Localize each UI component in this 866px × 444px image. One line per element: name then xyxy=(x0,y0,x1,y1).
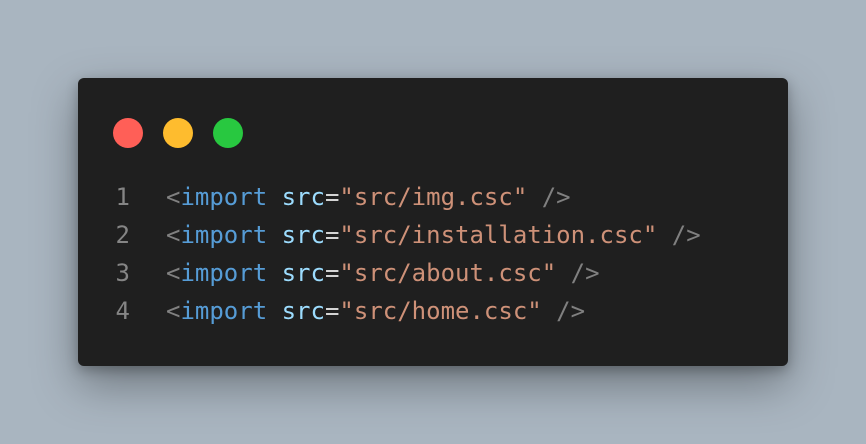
tag-name: import xyxy=(180,259,268,287)
attribute-name: src xyxy=(281,183,325,211)
line-number: 1 xyxy=(115,183,130,211)
equals-sign: = xyxy=(324,297,340,325)
line-number: 2 xyxy=(115,221,130,249)
tag-name: import xyxy=(180,297,268,325)
attribute-value: "src/about.csc" xyxy=(339,259,557,287)
maximize-dot-icon[interactable] xyxy=(213,118,243,148)
tag-close: /> xyxy=(570,259,600,287)
equals-sign: = xyxy=(324,221,340,249)
tag-close: /> xyxy=(556,297,586,325)
code-line: 4 < import src = "src/home.csc" /> xyxy=(78,292,788,330)
code-block: 1 < import src = "src/img.csc" /> 2 < import… xyxy=(78,178,788,330)
tag-open: < xyxy=(166,221,181,249)
attribute-value: "src/home.csc" xyxy=(339,297,542,325)
equals-sign: = xyxy=(324,183,340,211)
tag-name: import xyxy=(180,221,268,249)
tag-open: < xyxy=(166,297,181,325)
tag-close: /> xyxy=(541,183,571,211)
code-window: 1 < import src = "src/img.csc" /> 2 < import… xyxy=(78,78,788,366)
code-line: 2 < import src = "src/installation.csc" /> xyxy=(78,216,788,254)
close-dot-icon[interactable] xyxy=(113,118,143,148)
tag-open: < xyxy=(166,183,181,211)
tag-name: import xyxy=(180,183,268,211)
attribute-name: src xyxy=(281,297,325,325)
line-number: 3 xyxy=(115,259,130,287)
window-controls xyxy=(113,118,243,148)
minimize-dot-icon[interactable] xyxy=(163,118,193,148)
attribute-name: src xyxy=(281,221,325,249)
code-line: 3 < import src = "src/about.csc" /> xyxy=(78,254,788,292)
code-line: 1 < import src = "src/img.csc" /> xyxy=(78,178,788,216)
equals-sign: = xyxy=(324,259,340,287)
attribute-name: src xyxy=(281,259,325,287)
attribute-value: "src/installation.csc" xyxy=(339,221,658,249)
tag-open: < xyxy=(166,259,181,287)
line-number: 4 xyxy=(115,297,130,325)
tag-close: /> xyxy=(671,221,701,249)
attribute-value: "src/img.csc" xyxy=(339,183,528,211)
